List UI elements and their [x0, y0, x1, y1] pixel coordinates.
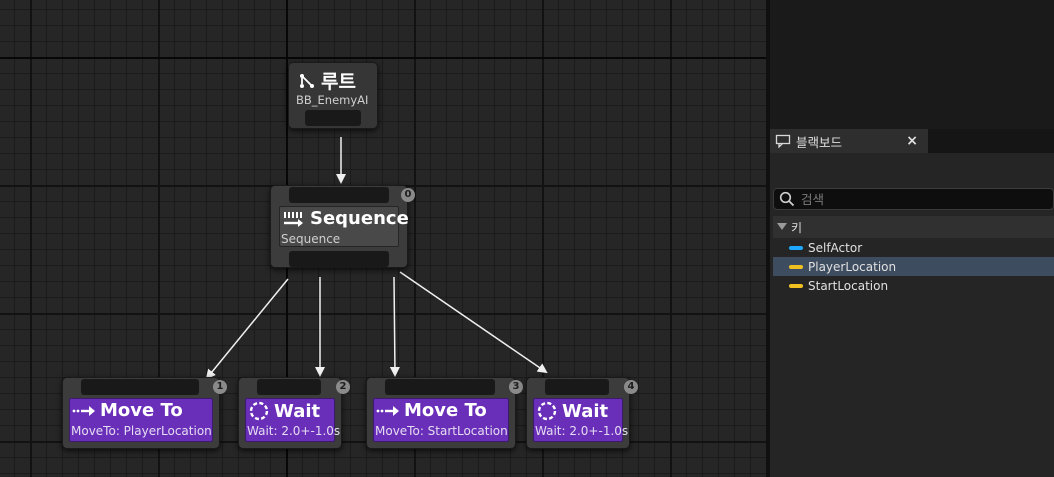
- move-to-icon: [376, 405, 399, 416]
- root-title: 루트: [321, 71, 356, 93]
- behavior-tree-graph[interactable]: 루트 BB_EnemyAI 0 Sequence Sequence 1 Move…: [0, 0, 766, 477]
- search-icon: [779, 191, 795, 207]
- task-title: Wait: [274, 400, 321, 422]
- vector-key-type-icon: [789, 264, 803, 269]
- sequence-node[interactable]: 0 Sequence Sequence: [270, 185, 415, 268]
- blackboard-key-selfactor[interactable]: SelfActor: [773, 238, 1054, 257]
- key-name: SelfActor: [808, 240, 863, 255]
- root-icon: [300, 73, 314, 88]
- sequence-input-pin[interactable]: [289, 187, 389, 203]
- task-input-pin[interactable]: [257, 379, 321, 395]
- root-blackboard-asset: BB_EnemyAI: [296, 93, 369, 107]
- root-node[interactable]: 루트 BB_EnemyAI: [288, 62, 378, 129]
- search-input[interactable]: [801, 191, 1021, 207]
- wire-sequence-to-task-3: [389, 276, 400, 377]
- task-title: Wait: [562, 400, 609, 422]
- task-input-pin[interactable]: [385, 379, 495, 395]
- sequence-subtitle: Sequence: [281, 232, 341, 246]
- task-subtitle: MoveTo: StartLocation: [375, 424, 508, 438]
- wire-sequence-to-task-1: [205, 278, 289, 380]
- task-input-pin[interactable]: [81, 379, 199, 395]
- task-node-wait-2[interactable]: 4 Wait Wait: 2.0+-1.0s: [526, 377, 638, 449]
- blackboard-key-playerlocation[interactable]: PlayerLocation: [773, 257, 1054, 276]
- task-title: Move To: [404, 400, 487, 421]
- object-key-type-icon: [789, 245, 803, 250]
- root-output-pin[interactable]: [305, 110, 361, 126]
- execution-index-badge: 2: [336, 380, 350, 394]
- sequence-output-pin[interactable]: [289, 251, 389, 267]
- vector-key-type-icon: [789, 283, 803, 288]
- wire-sequence-to-task-4: [399, 271, 548, 374]
- keys-category-label: 키: [791, 220, 803, 235]
- wait-icon: [537, 401, 557, 421]
- move-to-icon: [72, 405, 95, 416]
- sequence-icon: [284, 211, 303, 227]
- blackboard-tab[interactable]: 블랙보드 ×: [770, 129, 928, 153]
- collapse-arrow-icon[interactable]: [777, 223, 787, 231]
- search-box[interactable]: [773, 188, 1054, 210]
- task-node-move-to-player[interactable]: 1 Move To MoveTo: PlayerLocation: [62, 377, 227, 449]
- execution-index-badge: 4: [624, 380, 638, 394]
- task-subtitle: MoveTo: PlayerLocation: [71, 424, 212, 438]
- task-subtitle: Wait: 2.0+-1.0s: [247, 424, 341, 438]
- sequence-title: Sequence: [310, 208, 409, 229]
- task-title: Move To: [100, 400, 183, 421]
- key-name: PlayerLocation: [808, 259, 897, 274]
- tab-strip-background: [928, 129, 1054, 153]
- key-name: StartLocation: [808, 278, 889, 293]
- execution-index-badge: 3: [509, 380, 523, 394]
- task-node-move-to-start[interactable]: 3 Move To MoveTo: StartLocation: [366, 377, 523, 449]
- execution-index-badge: 1: [213, 380, 227, 394]
- execution-index-badge: 0: [401, 188, 415, 202]
- keys-category-header[interactable]: 키: [773, 216, 1054, 238]
- task-input-pin[interactable]: [545, 379, 609, 395]
- blackboard-key-startlocation[interactable]: StartLocation: [773, 276, 1054, 295]
- wait-icon: [249, 401, 269, 421]
- task-node-wait-1[interactable]: 2 Wait Wait: 2.0+-1.0s: [238, 377, 350, 449]
- blackboard-tab-label: 블랙보드: [796, 134, 843, 150]
- task-subtitle: Wait: 2.0+-1.0s: [535, 424, 629, 438]
- blackboard-icon: [775, 134, 791, 148]
- blackboard-keys-list: 키 SelfActor PlayerLocation StartLocation: [773, 216, 1054, 477]
- close-icon[interactable]: ×: [906, 133, 918, 149]
- blackboard-panel: 블랙보드 × 키 SelfActor PlayerLocation StartL…: [770, 0, 1054, 477]
